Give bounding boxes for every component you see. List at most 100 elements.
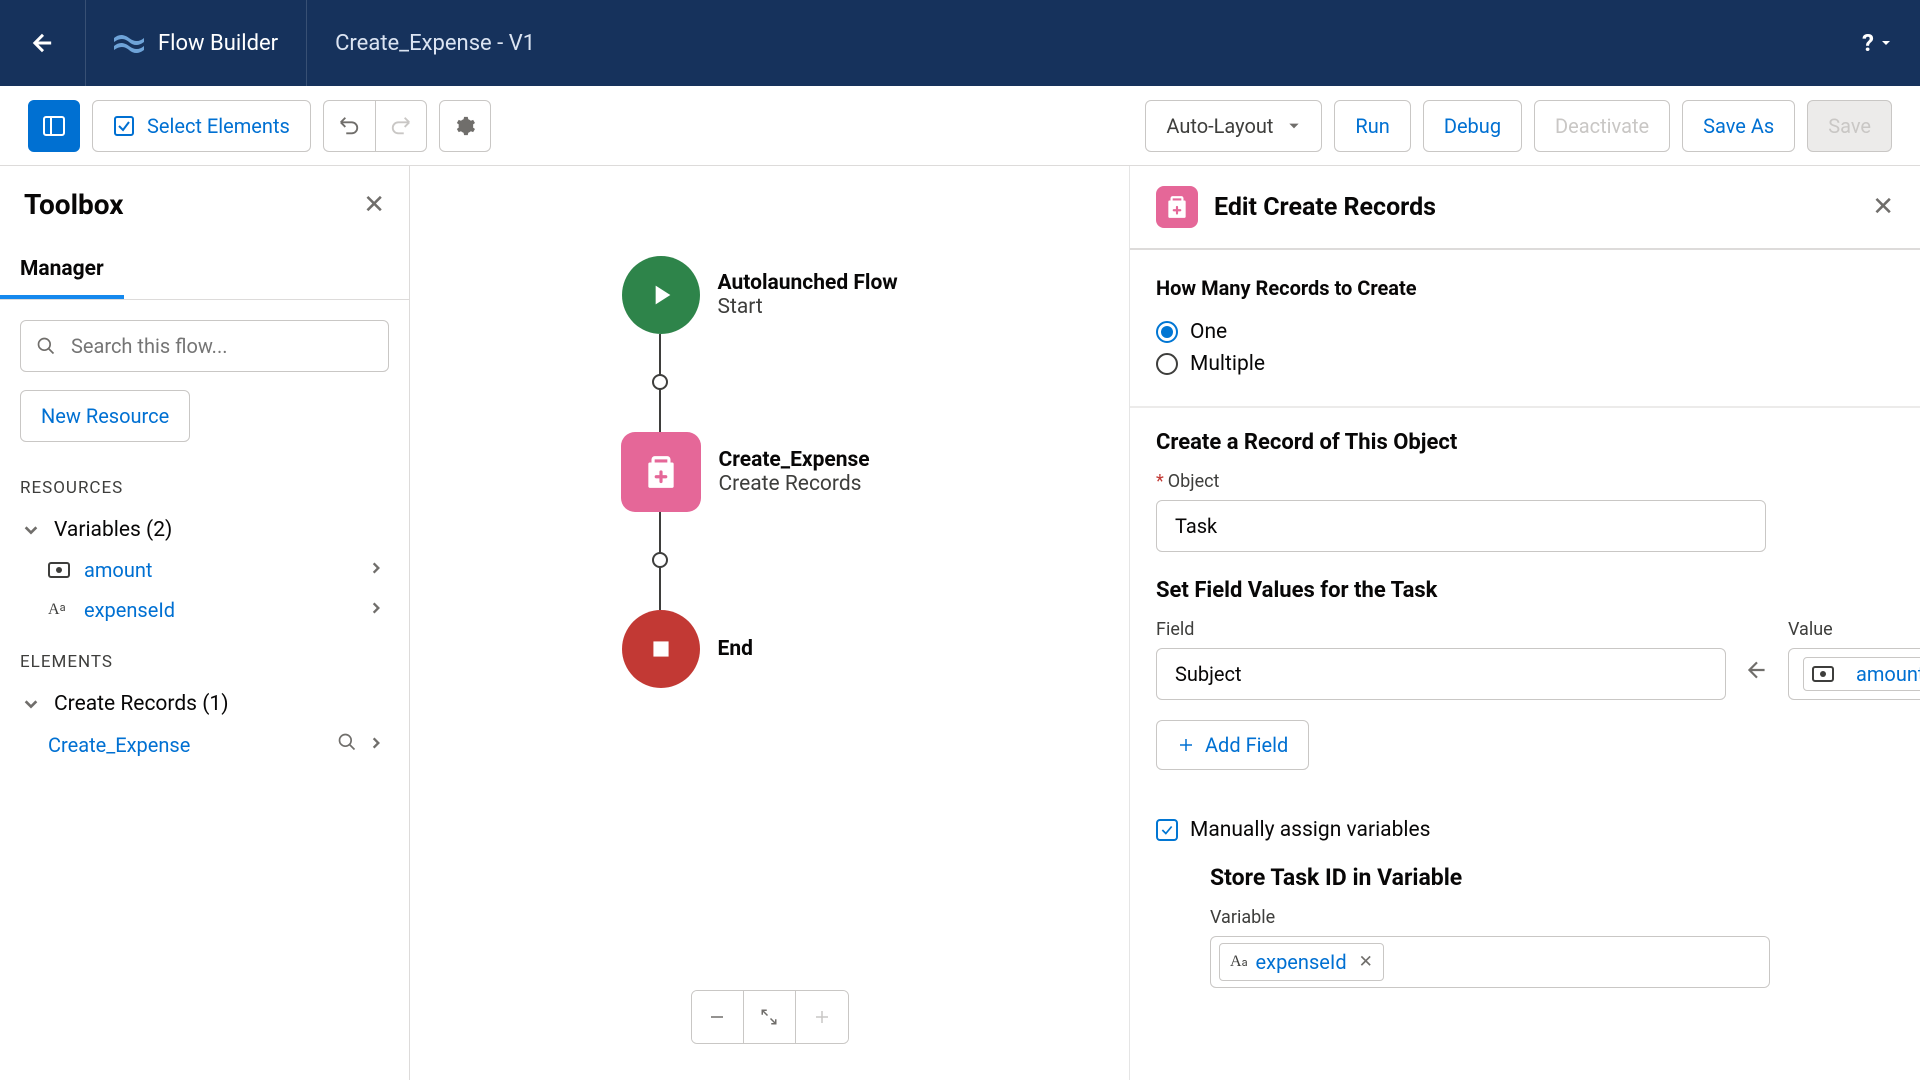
layout-mode-select[interactable]: Auto-Layout — [1145, 100, 1322, 152]
end-node-title: End — [718, 637, 918, 661]
variables-group[interactable]: Variables (2) — [20, 510, 389, 550]
variable-amount[interactable]: amount — [20, 550, 389, 590]
back-button[interactable] — [0, 0, 86, 86]
element-create-expense-label: Create_Expense — [48, 733, 331, 757]
select-elements-button[interactable]: Select Elements — [92, 100, 311, 152]
object-input[interactable]: Task — [1156, 500, 1766, 552]
tab-manager[interactable]: Manager — [0, 243, 124, 299]
fit-icon — [760, 1008, 778, 1026]
layout-mode-label: Auto-Layout — [1166, 114, 1273, 138]
app-title-group: Flow Builder — [86, 0, 307, 86]
panel-close-button[interactable]: ✕ — [1872, 192, 1894, 222]
app-title: Flow Builder — [158, 31, 278, 56]
toolbox-title: Toolbox — [24, 188, 124, 221]
plus-icon — [813, 1008, 831, 1026]
currency-icon — [48, 562, 74, 578]
search-input[interactable] — [20, 320, 389, 372]
search-icon — [36, 336, 56, 356]
save-as-button[interactable]: Save As — [1682, 100, 1795, 152]
panel-title: Edit Create Records — [1214, 193, 1856, 222]
element-search-button[interactable] — [331, 732, 363, 757]
add-field-label: Add Field — [1205, 733, 1288, 757]
stop-icon — [648, 636, 674, 662]
element-create-expense[interactable]: Create_Expense — [20, 724, 389, 765]
variable-pill-label: expenseId — [1256, 950, 1347, 974]
toolbar: Select Elements Auto-Layout Run Debug De… — [0, 86, 1920, 166]
undo-button[interactable] — [323, 100, 375, 152]
settings-button[interactable] — [439, 100, 491, 152]
store-variable-title: Store Task ID in Variable — [1210, 864, 1840, 891]
canvas[interactable]: Autolaunched Flow Start Create_Expense C… — [410, 166, 1130, 1080]
radio-one-label: One — [1190, 320, 1227, 344]
arrow-left-icon — [29, 29, 57, 57]
main-area: Toolbox ✕ Manager New Resource RESOURCES… — [0, 166, 1920, 1080]
run-button[interactable]: Run — [1334, 100, 1410, 152]
manually-assign-checkbox[interactable]: Manually assign variables — [1130, 796, 1920, 864]
arrow-left-icon — [1744, 657, 1770, 688]
zoom-in-button[interactable] — [796, 991, 848, 1043]
play-icon — [645, 279, 677, 311]
chevron-right-icon — [363, 735, 389, 755]
zoom-out-button[interactable] — [692, 991, 744, 1043]
variable-input[interactable]: Aa expenseId ✕ — [1210, 936, 1770, 988]
toolbox-panel: Toolbox ✕ Manager New Resource RESOURCES… — [0, 166, 410, 1080]
manually-assign-label: Manually assign variables — [1190, 818, 1430, 842]
text-icon: Aa — [1230, 953, 1248, 971]
toolbox-tabs: Manager — [0, 243, 409, 300]
help-icon: ? — [1862, 29, 1874, 57]
object-value: Task — [1175, 514, 1217, 538]
create-expense-node-title: Create_Expense — [719, 448, 919, 472]
chevron-down-icon — [20, 522, 42, 538]
variable-expense-id-label: expenseId — [84, 598, 363, 622]
panel-icon — [43, 116, 65, 136]
resources-section-label: RESOURCES — [20, 478, 389, 498]
end-node[interactable]: End — [622, 610, 918, 688]
start-node-title: Autolaunched Flow — [718, 271, 918, 295]
value-input[interactable]: amount — [1788, 648, 1920, 700]
remove-pill-button[interactable]: ✕ — [1359, 952, 1373, 972]
radio-one[interactable]: One — [1156, 316, 1894, 348]
properties-panel: Edit Create Records ✕ How Many Records t… — [1130, 166, 1920, 1080]
create-records-icon — [621, 432, 701, 512]
undo-icon — [338, 115, 360, 137]
field-input[interactable]: Subject — [1156, 648, 1726, 700]
chevron-right-icon — [363, 560, 389, 580]
chevron-right-icon — [363, 600, 389, 620]
create-records-group[interactable]: Create Records (1) — [20, 684, 389, 724]
radio-icon — [1156, 353, 1178, 375]
value-pill-label: amount — [1856, 662, 1920, 686]
redo-icon — [390, 115, 412, 137]
caret-down-icon — [1287, 119, 1301, 133]
select-icon — [113, 115, 135, 137]
plus-icon — [1177, 736, 1195, 754]
toggle-toolbox-button[interactable] — [28, 100, 80, 152]
object-label: Object — [1168, 471, 1220, 492]
clipboard-plus-icon — [642, 453, 680, 491]
new-resource-button[interactable]: New Resource — [20, 390, 190, 442]
start-node[interactable]: Autolaunched Flow Start — [622, 256, 918, 334]
caret-down-icon — [1880, 37, 1892, 49]
field-value: Subject — [1175, 662, 1242, 686]
redo-button[interactable] — [375, 100, 427, 152]
radio-multiple[interactable]: Multiple — [1156, 348, 1894, 380]
debug-button[interactable]: Debug — [1423, 100, 1522, 152]
create-expense-node[interactable]: Create_Expense Create Records — [621, 432, 919, 512]
select-elements-label: Select Elements — [147, 114, 290, 138]
deactivate-button[interactable]: Deactivate — [1534, 100, 1670, 152]
start-node-icon — [622, 256, 700, 334]
toolbox-close-button[interactable]: ✕ — [363, 190, 385, 220]
search-icon — [337, 732, 357, 752]
variable-amount-label: amount — [84, 558, 363, 582]
clipboard-plus-icon — [1164, 194, 1190, 220]
add-element-connector[interactable] — [652, 374, 668, 390]
variable-label: Variable — [1210, 907, 1840, 928]
fit-to-screen-button[interactable] — [744, 991, 796, 1043]
add-field-button[interactable]: Add Field — [1156, 720, 1309, 770]
help-menu[interactable]: ? — [1834, 29, 1920, 57]
variable-expense-id[interactable]: Aa expenseId — [20, 590, 389, 630]
how-many-label: How Many Records to Create — [1156, 276, 1894, 300]
save-button[interactable]: Save — [1807, 100, 1892, 152]
currency-icon — [1812, 666, 1838, 682]
add-element-connector[interactable] — [652, 552, 668, 568]
flow-icon — [114, 28, 144, 58]
